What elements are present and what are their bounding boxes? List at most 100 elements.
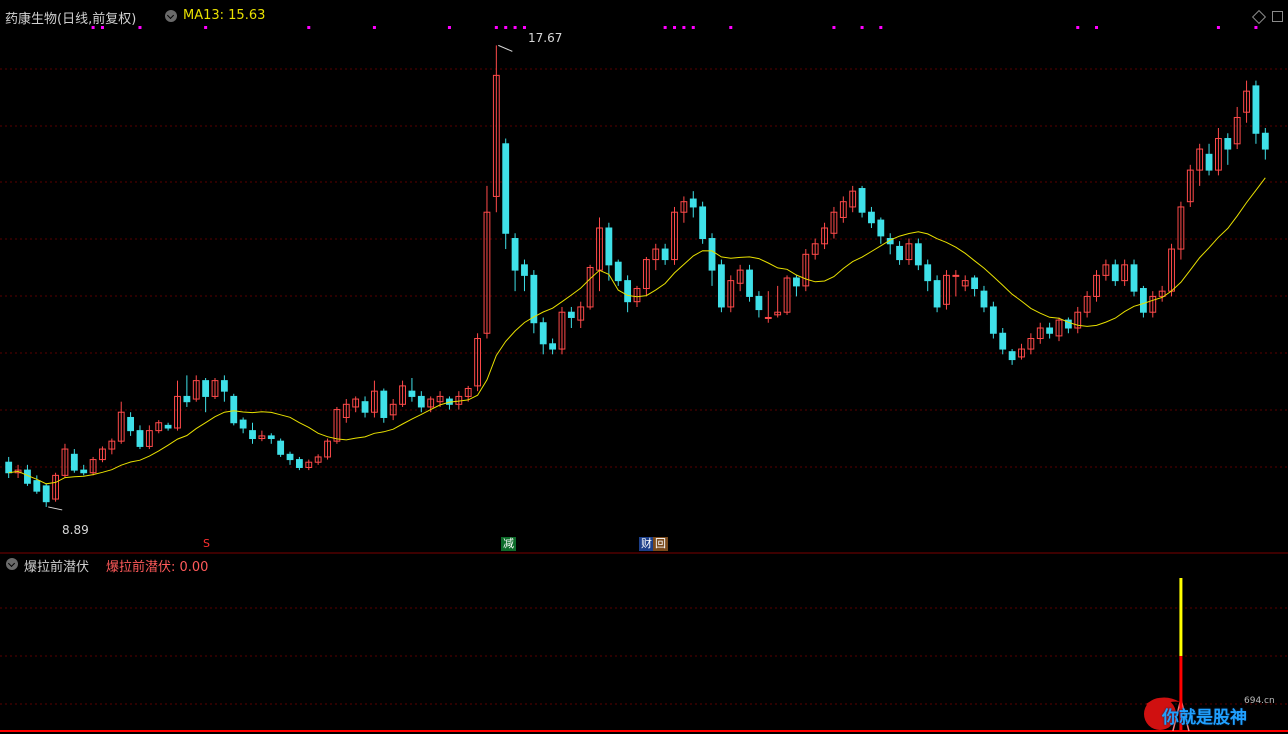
candle-body — [380, 390, 388, 418]
window-icon[interactable] — [1272, 11, 1283, 22]
candle — [483, 185, 491, 339]
candle — [858, 185, 866, 218]
reduce-tag[interactable]: 减 — [501, 537, 516, 551]
candle-body — [220, 380, 228, 392]
candle — [914, 238, 922, 271]
candle-body — [989, 306, 997, 334]
candle — [905, 238, 913, 265]
candle-body — [624, 280, 632, 303]
candle-body — [914, 243, 922, 266]
candle-body — [417, 395, 425, 408]
candle — [1046, 322, 1054, 339]
candle-body — [858, 188, 866, 213]
candle — [1261, 128, 1269, 160]
candle — [530, 270, 538, 334]
candle — [305, 459, 313, 471]
ma13-line — [8, 177, 1266, 485]
candle — [70, 449, 78, 473]
candle — [736, 264, 744, 292]
candle — [80, 464, 88, 476]
candle — [361, 396, 369, 418]
candle-body — [877, 219, 885, 237]
candle — [1093, 270, 1100, 302]
candle-body — [267, 435, 275, 440]
candle — [108, 438, 116, 455]
candle — [671, 206, 678, 265]
candle — [980, 285, 988, 313]
candle — [783, 275, 791, 315]
candle-body — [183, 395, 191, 403]
candle-body — [746, 269, 753, 297]
candle — [642, 256, 650, 297]
kline-chart[interactable] — [0, 0, 1288, 734]
candle — [99, 446, 106, 463]
low-arrow — [48, 506, 63, 511]
high-price-label: 17.67 — [528, 31, 563, 45]
candle — [774, 285, 782, 318]
signal-dot — [1095, 26, 1099, 29]
candle — [755, 291, 763, 318]
low-price-label: 8.89 — [62, 523, 89, 537]
candle — [286, 451, 294, 465]
candle — [802, 249, 810, 292]
candle — [324, 438, 331, 460]
candle-body — [933, 280, 941, 308]
candle-body — [277, 440, 285, 455]
candle — [521, 259, 528, 292]
candle — [699, 201, 707, 244]
candle-body — [1252, 85, 1260, 134]
candle — [399, 380, 406, 407]
candle-body — [924, 264, 932, 282]
buyback-tag[interactable]: 回 — [653, 537, 668, 551]
candle-body — [511, 238, 519, 271]
candle — [577, 301, 585, 328]
candle-body — [521, 264, 528, 276]
signal-dot — [691, 26, 695, 29]
candle — [295, 456, 303, 471]
candle-body — [1008, 351, 1016, 361]
collapse-main-icon[interactable] — [165, 10, 177, 22]
signal-dot — [1076, 26, 1080, 29]
candle — [220, 375, 228, 402]
candle — [849, 185, 857, 213]
candle — [567, 306, 575, 328]
candle-body — [361, 401, 369, 413]
candle — [793, 275, 800, 297]
candle-body — [567, 311, 575, 318]
ma13-label: MA13: 15.63 — [183, 8, 266, 23]
candle — [202, 378, 210, 413]
candle-body — [717, 264, 725, 308]
signal-dot — [673, 26, 677, 29]
finance-tag[interactable]: 财 — [639, 537, 654, 551]
candle — [42, 483, 50, 507]
s-mark-tag[interactable]: S — [201, 537, 212, 551]
candle — [164, 422, 172, 431]
candle — [1205, 143, 1213, 176]
signal-dot — [522, 26, 526, 29]
candle — [680, 196, 688, 223]
candle — [52, 472, 59, 502]
candle-body — [70, 453, 78, 471]
candle — [596, 217, 603, 292]
candle-body — [127, 416, 135, 432]
candle — [342, 399, 350, 423]
candle — [539, 317, 547, 355]
candle — [1055, 317, 1063, 342]
candle — [811, 238, 819, 260]
candle-body — [1111, 264, 1119, 282]
candle — [717, 259, 725, 313]
candle-body — [286, 453, 294, 461]
candle-body — [42, 485, 50, 503]
candle — [1036, 322, 1044, 344]
candle — [502, 138, 510, 250]
collapse-indicator-icon[interactable] — [6, 558, 18, 570]
candle — [267, 433, 275, 444]
candle — [614, 259, 622, 286]
candle — [689, 191, 697, 218]
signal-dot — [204, 26, 208, 29]
signal-dot — [513, 26, 517, 29]
candle-body — [80, 469, 88, 474]
candle — [352, 396, 360, 413]
indicator-title: 爆拉前潜伏 — [24, 560, 90, 575]
signal-dot — [1254, 26, 1258, 29]
